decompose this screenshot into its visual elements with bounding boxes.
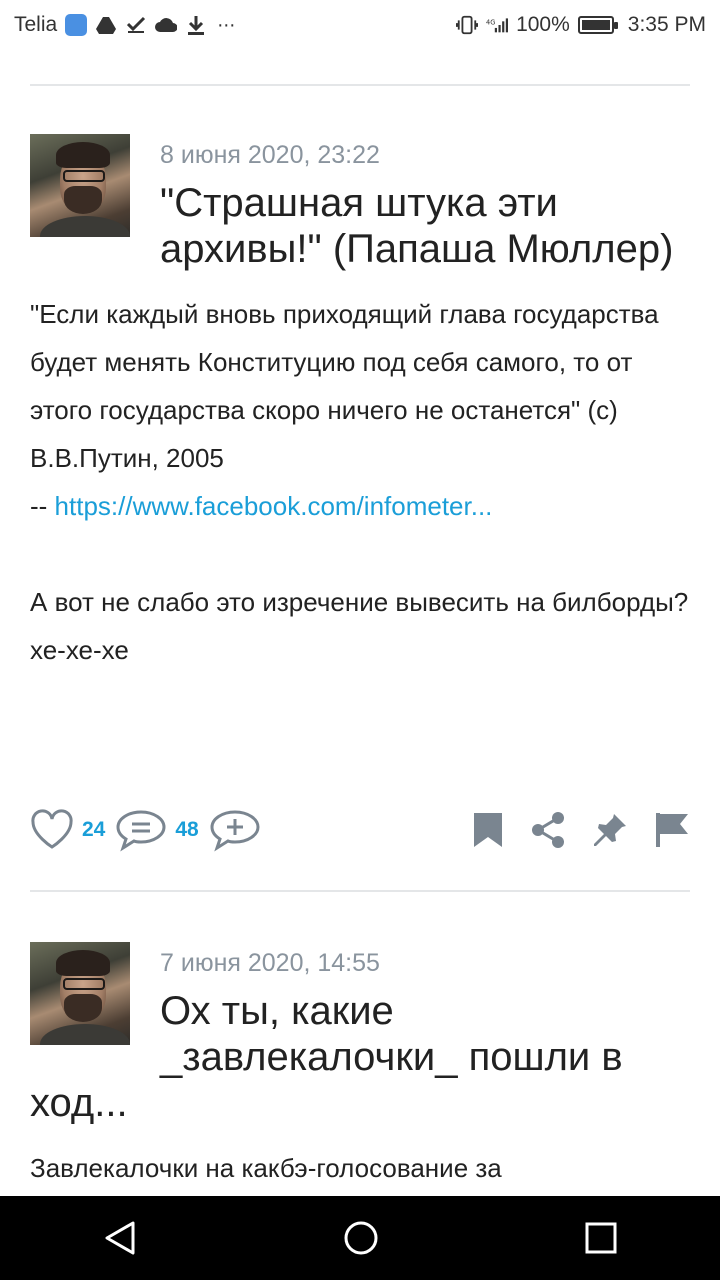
battery-fill [581, 20, 610, 30]
carrier-label: Telia [14, 13, 58, 36]
comment-icon[interactable] [115, 808, 167, 852]
cloud-icon [155, 14, 178, 36]
security-shield-icon [65, 14, 88, 36]
vibrate-icon [456, 14, 479, 36]
battery-icon [577, 16, 618, 34]
link-prefix: -- [30, 491, 55, 521]
post-body: Завлекалочки на какбэ-голосование за [30, 1126, 690, 1192]
clock: 3:35 PM [627, 13, 706, 36]
post-link-line: -- https://www.facebook.com/infometer... [30, 482, 690, 530]
post-actions: 24 48 [30, 800, 690, 860]
comment-count[interactable]: 48 [175, 818, 198, 842]
home-icon[interactable] [343, 1220, 379, 1256]
like-count[interactable]: 24 [82, 818, 105, 842]
back-icon[interactable] [103, 1220, 137, 1256]
download-icon [185, 14, 207, 36]
bookmark-icon[interactable] [472, 811, 504, 849]
post-paragraph: хе-хе-хе [30, 635, 129, 665]
post-link[interactable]: https://www.facebook.com/infometer... [55, 491, 493, 521]
network-label: 4G [486, 18, 495, 26]
share-icon[interactable] [530, 811, 566, 849]
flag-icon[interactable] [654, 811, 690, 849]
post-quote: "Если каждый вновь приходящий глава госу… [30, 299, 659, 473]
post-paragraph: Завлекалочки на какбэ-голосование за [30, 1153, 502, 1183]
add-comment-icon[interactable] [209, 808, 261, 852]
pin-icon[interactable] [592, 812, 628, 848]
divider [30, 84, 690, 86]
divider [30, 890, 690, 892]
battery-percent: 100% [516, 13, 570, 36]
post-card: 7 июня 2020, 14:55 Ох ты, какие _завлека… [30, 942, 690, 1192]
recents-icon[interactable] [585, 1222, 617, 1254]
status-bar: Telia ⋯ 4G 100% 3:35 PM [0, 0, 720, 50]
post-paragraph: А вот не слабо это изречение вывесить на… [30, 587, 689, 617]
check-icon [125, 14, 147, 36]
drive-icon [95, 14, 117, 36]
author-avatar[interactable] [30, 134, 130, 237]
post-body: "Если каждый вновь приходящий глава госу… [30, 272, 690, 674]
author-avatar[interactable] [30, 942, 130, 1045]
signal-icon: 4G [486, 14, 509, 36]
system-nav-bar [0, 1196, 720, 1280]
heart-icon[interactable] [30, 809, 74, 851]
feed[interactable]: 8 июня 2020, 23:22 "Страшная штука эти а… [0, 50, 720, 1196]
more-notifications-icon: ⋯ [217, 14, 236, 35]
post-card: 8 июня 2020, 23:22 "Страшная штука эти а… [30, 134, 690, 674]
